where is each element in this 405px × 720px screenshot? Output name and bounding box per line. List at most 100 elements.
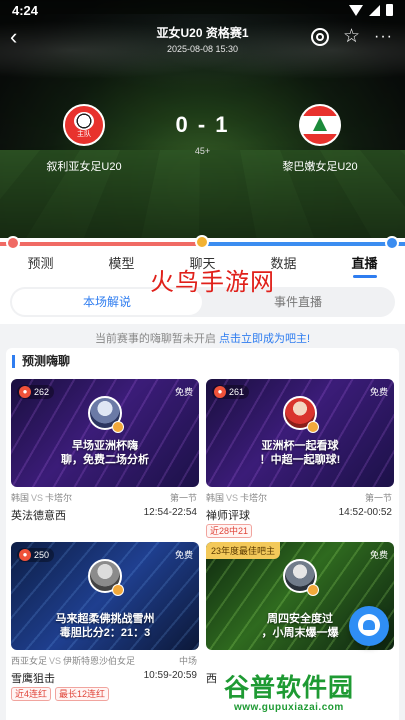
record-tags: 近4连红 最长12连红 [11, 687, 199, 701]
heat-count: 262 [34, 387, 50, 397]
wifi-icon [349, 4, 363, 16]
cedar-icon [313, 117, 327, 131]
watermark-url: www.gupuxiazai.com [234, 702, 344, 713]
chat-room-card[interactable]: ● 261 免费 亚洲杯一起看球 ！中超一起聊球! 韩国 VS 卡塔尔 第一节 禅师评… [206, 379, 394, 538]
notice-text: 当前赛事的嗨聊暂未开启 [94, 333, 219, 345]
target-icon[interactable] [310, 28, 329, 46]
status-icons [349, 4, 393, 16]
home-team-badge: 主队 [63, 104, 105, 146]
record-tag: 近28中21 [206, 524, 253, 538]
match-minute: 45+ [194, 146, 211, 156]
host-name: 英法德意西 [11, 510, 66, 522]
chat-room-card[interactable]: ● 262 免费 早场亚洲杯嗨 聊，免费二场分析 韩国 VS 卡塔尔 第一节 英法德意… [11, 379, 199, 522]
prediction-chat-section: 预测嗨聊 ● 262 免费 早场亚洲杯嗨 聊，免费二场分析 韩国 VS 卡塔尔 第一节… [6, 348, 399, 720]
cell-signal-icon [369, 4, 380, 16]
caption-line-1: 马来超柔佛挑战雪州 [55, 613, 155, 625]
price-label: 免费 [369, 550, 388, 560]
heat-count: 261 [229, 387, 245, 397]
momentum-bar [0, 235, 405, 250]
top-nav: ‹ 亚女U20 资格赛1 2025-08-08 15:30 ☆ ··· [0, 24, 405, 55]
home-name: 韩国 [11, 493, 30, 503]
tab-live[interactable]: 直播 [324, 250, 405, 280]
vs-label: VS [31, 493, 44, 503]
section-title: 预测嗨聊 [12, 355, 70, 368]
record-tag: 最长12连红 [55, 687, 110, 701]
customer-service-button[interactable] [349, 606, 389, 646]
caption-line-2: 聊，免费二场分析 [61, 454, 149, 466]
card-host-row: 雪鹰狙击 10:59-20:59 [11, 670, 199, 685]
record-tags: 近28中21 [206, 524, 394, 538]
vs-label: VS [49, 656, 62, 666]
card-match-info: 韩国 VS 卡塔尔 第一节 [11, 491, 199, 503]
more-icon[interactable]: ··· [374, 29, 393, 45]
scoreboard: 0 - 1 45+ [150, 112, 255, 156]
home-momentum [0, 242, 202, 246]
away-marker-icon [385, 236, 399, 250]
card-thumbnail: ● 261 免费 亚洲杯一起看球 ！中超一起聊球! [206, 379, 394, 487]
match-stage: 中场 [178, 656, 197, 666]
match-stage: 第一节 [169, 493, 197, 503]
card-caption: 亚洲杯一起看球 ！中超一起聊球! [216, 439, 384, 467]
chat-notice: 当前赛事的嗨聊暂未开启 点击立即成为吧主! [0, 330, 405, 346]
session-time: 12:54-22:54 [143, 507, 197, 518]
status-time: 4:24 [12, 3, 39, 18]
session-time: 14:52-00:52 [338, 507, 392, 518]
card-host-row: 禅师评球 14:52-00:52 [206, 507, 394, 522]
card-match-info: 韩国 VS 卡塔尔 第一节 [206, 491, 394, 503]
become-host-link[interactable]: 点击立即成为吧主! [219, 333, 310, 345]
watermark-title: 谷普软件园 [224, 673, 355, 702]
price-label: 免费 [174, 550, 193, 560]
card-caption: 马来超柔佛挑战雪州 毒胆比分2：21：3 [21, 612, 189, 640]
card-caption: 早场亚洲杯嗨 聊，免费二场分析 [21, 439, 189, 467]
status-bar: 4:24 [0, 0, 405, 22]
match-datetime: 2025-08-08 15:30 [166, 44, 239, 54]
heat-count: 250 [34, 550, 50, 560]
crown-icon [307, 584, 319, 596]
best-host-badge: 23年度最佳吧主 [206, 542, 281, 559]
vs-label: VS [226, 493, 239, 503]
caption-line-1: 亚洲杯一起看球 [261, 440, 339, 452]
home-badge-label: 主队 [77, 131, 91, 138]
host-name: 西 [206, 673, 217, 685]
crown-icon [112, 421, 124, 433]
session-time: 10:59-20:59 [143, 670, 197, 681]
heat-badge: ● 262 [17, 385, 55, 399]
heat-badge: ● 250 [17, 548, 55, 562]
away-name: 卡塔尔 [240, 493, 268, 503]
header-actions: ☆ ··· [310, 27, 393, 46]
battery-icon [386, 4, 393, 16]
away-team[interactable]: 黎巴嫩女足U20 [260, 104, 380, 174]
away-name: 伊斯特恩沙伯女足 [63, 656, 136, 666]
star-icon[interactable]: ☆ [343, 27, 360, 46]
home-marker-icon [6, 236, 20, 250]
fire-icon: ● [214, 386, 226, 398]
caption-line-1: 早场亚洲杯嗨 [72, 440, 138, 452]
back-button[interactable]: ‹ [10, 26, 32, 50]
price-label: 免费 [174, 387, 193, 397]
fire-icon: ● [19, 386, 31, 398]
score: 0 - 1 [175, 112, 230, 137]
away-team-name: 黎巴嫩女足U20 [282, 161, 358, 173]
caption-line-2: ！中超一起聊球! [259, 454, 341, 466]
card-thumbnail: ● 262 免费 早场亚洲杯嗨 聊，免费二场分析 [11, 379, 199, 487]
record-tag: 近4连红 [11, 687, 52, 701]
caption-line-2: ，小周末爆一爆 [261, 627, 339, 639]
home-team[interactable]: 主队 叙利亚女足U20 [24, 104, 144, 174]
card-thumbnail: ● 250 免费 马来超柔佛挑战雪州 毒胆比分2：21：3 [11, 542, 199, 650]
card-host-row: 英法德意西 12:54-22:54 [11, 507, 199, 522]
home-name: 西亚女足 [11, 656, 48, 666]
card-match-info: 西亚女足 VS 伊斯特恩沙伯女足 中场 [11, 654, 199, 666]
caption-line-2: 毒胆比分2：21：3 [59, 627, 151, 639]
match-stage: 第一节 [364, 493, 392, 503]
match-title: 亚女U20 资格赛1 [156, 26, 249, 40]
host-name: 雪鹰狙击 [11, 673, 55, 685]
tab-prediction[interactable]: 预测 [0, 250, 81, 280]
away-name: 卡塔尔 [45, 493, 73, 503]
watermark-top: 火鸟手游网 [150, 268, 275, 296]
chat-room-card[interactable]: ● 250 免费 马来超柔佛挑战雪州 毒胆比分2：21：3 西亚女足 VS 伊斯特恩沙… [11, 542, 199, 701]
home-team-name: 叙利亚女足U20 [46, 161, 122, 173]
match-header: 4:24 ‹ 亚女U20 资格赛1 2025-08-08 15:30 ☆ ···… [0, 0, 405, 238]
heat-badge: ● 261 [212, 385, 250, 399]
away-team-badge [299, 104, 341, 146]
host-name: 禅师评球 [206, 510, 250, 522]
